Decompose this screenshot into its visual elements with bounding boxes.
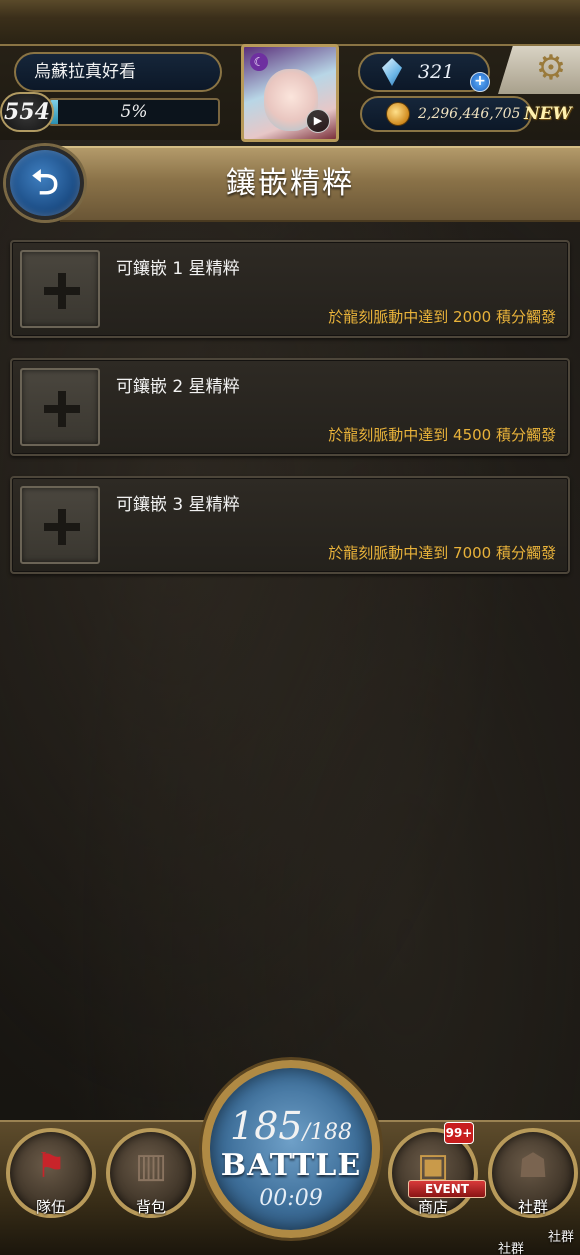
play-icon[interactable]: ▶ [306,109,330,133]
slot-requirement: 於龍刻脈動中達到 2000 積分觸發 [328,308,556,326]
slot-label: 可鑲嵌 3 星精粹 [116,495,240,515]
gold-counter: 2,296,446,705 [360,96,532,132]
moon-icon: ☾ [250,53,268,71]
back-arrow-icon: ⮌ [31,163,59,203]
exp-percent: 5% [120,102,148,122]
backpack-icon: ▥ [134,1146,168,1186]
battle-label: BATTLE [220,1148,362,1183]
stamina-max: /188 [302,1120,352,1145]
nav-team-label: 隊伍 [35,1198,66,1216]
battle-button[interactable]: 185/188 BATTLE 00:09 [202,1060,380,1238]
add-essence-button[interactable] [20,486,100,564]
slot-requirement: 於龍刻脈動中達到 7000 積分觸發 [328,544,556,562]
stamina-count: 185/188 [210,1104,372,1148]
nav-shop-label: 商店 [417,1198,448,1216]
slot-label: 可鑲嵌 1 星精粹 [116,259,240,279]
slot-requirement: 於龍刻脈動中達到 4500 積分觸發 [328,426,556,444]
essence-slot-1: 可鑲嵌 1 星精粹 於龍刻脈動中達到 2000 積分觸發 [10,240,570,338]
add-essence-button[interactable] [20,368,100,446]
people-icon: ☗ [517,1146,549,1186]
social-label-ghost: 社群 [548,1230,575,1245]
essence-slot-3: 可鑲嵌 3 星精粹 於龍刻脈動中達到 7000 積分觸發 [10,476,570,574]
gold-value: 2,296,446,705 [418,106,521,122]
slot-label: 可鑲嵌 2 星精粹 [116,377,240,397]
gem-value: 321 [418,61,455,83]
nav-social-label: 社群 [517,1198,548,1216]
add-gems-button[interactable]: + [470,72,490,92]
add-essence-button[interactable] [20,250,100,328]
essence-slot-2: 可鑲嵌 2 星精粹 於龍刻脈動中達到 4500 積分觸發 [10,358,570,456]
player-name[interactable]: 烏蘇拉真好看 [14,52,222,92]
back-button[interactable]: ⮌ [6,146,84,220]
gear-icon[interactable]: ⚙ [526,44,576,92]
exp-bar: 5% [48,98,220,126]
social-label-ghost: 社群 [498,1242,525,1255]
shop-count-badge: 99+ [444,1122,474,1144]
player-avatar[interactable]: ☾ ▶ [241,44,339,142]
gem-icon [382,58,402,86]
stamina-timer: 00:09 [259,1186,323,1211]
stamina-current: 185 [230,1104,303,1148]
flag-icon: ⚑ [35,1146,67,1186]
top-ornament [0,0,580,46]
new-badge: NEW [524,104,572,124]
coin-icon [386,102,410,126]
level-badge: 554 [0,92,54,132]
page-title: 鑲嵌精粹 [226,166,354,201]
nav-bag-label: 背包 [135,1198,166,1216]
